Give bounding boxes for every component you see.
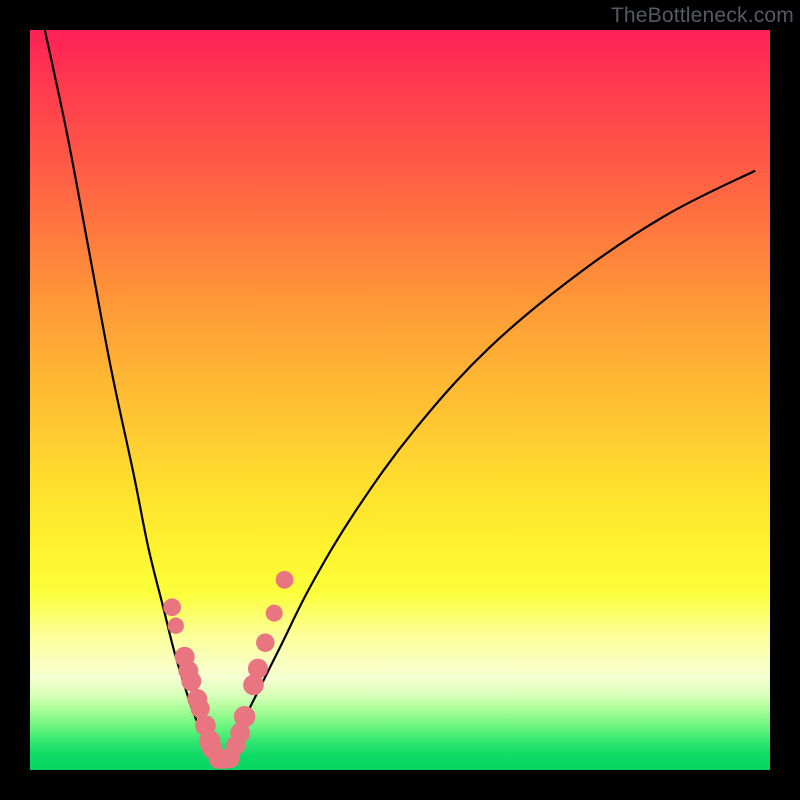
curve-group [45, 30, 755, 761]
data-dot [191, 699, 210, 718]
data-dot [276, 571, 294, 589]
chart-svg [30, 30, 770, 770]
data-dot [248, 659, 268, 679]
data-dot [163, 598, 181, 616]
chart-frame: TheBottleneck.com [0, 0, 800, 800]
data-dot [181, 671, 201, 691]
curve-right-branch [218, 171, 755, 762]
data-dot [256, 633, 275, 652]
dots-group [163, 571, 293, 769]
data-dot [168, 618, 184, 634]
data-dot [266, 605, 283, 622]
plot-area [30, 30, 770, 770]
data-dot [234, 706, 255, 727]
watermark-text: TheBottleneck.com [611, 4, 794, 28]
